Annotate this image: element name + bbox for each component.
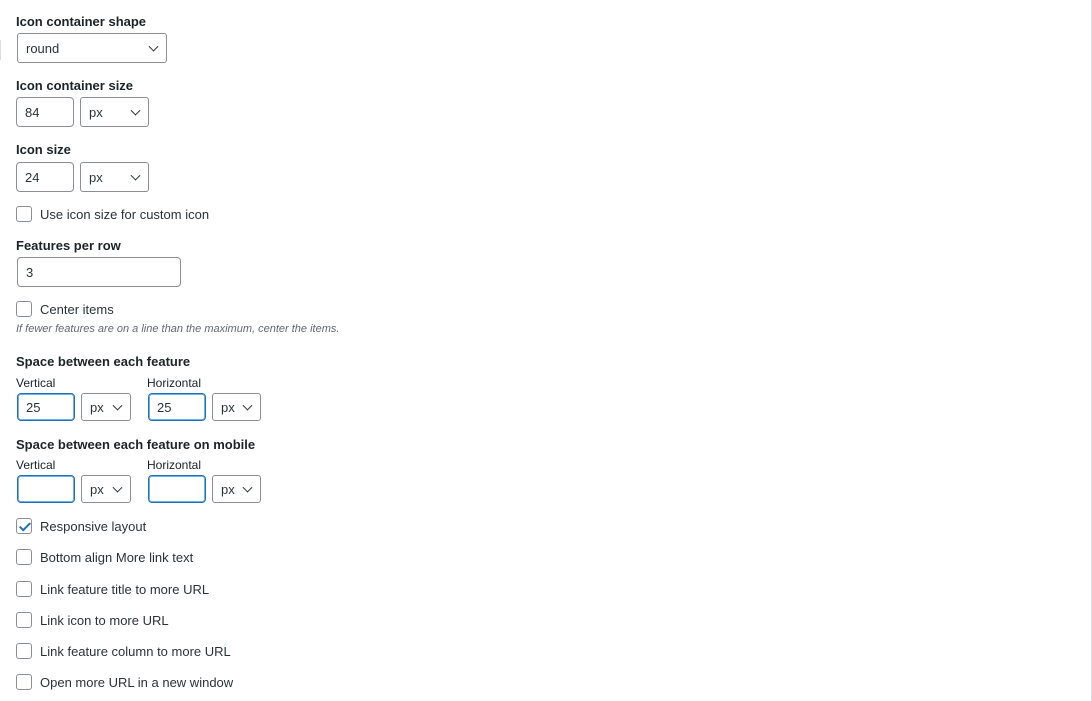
- chevron-down-icon: [242, 400, 253, 411]
- link-feature-title-checkbox[interactable]: [16, 581, 32, 597]
- features-per-row-label: Features per row: [16, 238, 121, 253]
- link-feature-title-row[interactable]: Link feature title to more URL: [16, 581, 209, 597]
- open-new-window-checkbox[interactable]: [16, 674, 32, 690]
- icon-container-size-unit: px: [89, 104, 103, 120]
- icon-container-size-value: 84: [25, 104, 40, 120]
- chevron-down-icon: [112, 482, 123, 493]
- link-icon-checkbox[interactable]: [16, 612, 32, 628]
- icon-container-size-input[interactable]: 84: [16, 97, 74, 127]
- space-between-mobile-horizontal-unit: px: [221, 481, 235, 497]
- responsive-layout-checkbox[interactable]: [16, 518, 32, 534]
- link-feature-column-row[interactable]: Link feature column to more URL: [16, 643, 231, 659]
- space-between-mobile-vertical-unit: px: [90, 481, 104, 497]
- space-between-vertical-unit-select[interactable]: px: [81, 393, 131, 421]
- space-between-mobile-vertical-label: Vertical: [16, 458, 56, 472]
- space-between-horizontal-unit: px: [221, 399, 235, 415]
- bottom-align-more-link-checkbox[interactable]: [16, 549, 32, 565]
- space-between-label: Space between each feature: [16, 354, 191, 369]
- use-icon-size-custom-row[interactable]: Use icon size for custom icon: [16, 206, 209, 222]
- icon-size-unit: px: [89, 169, 103, 185]
- responsive-layout-label: Responsive layout: [40, 518, 147, 534]
- features-per-row-input[interactable]: 3: [17, 257, 181, 287]
- use-icon-size-custom-checkbox[interactable]: [16, 206, 32, 222]
- space-between-horizontal-unit-select[interactable]: px: [212, 393, 261, 421]
- link-feature-column-checkbox[interactable]: [16, 643, 32, 659]
- bottom-align-more-link-label: Bottom align More link text: [40, 549, 194, 565]
- center-items-checkbox[interactable]: [16, 301, 32, 317]
- chevron-down-icon: [148, 41, 159, 52]
- space-between-vertical-value: 25: [26, 399, 41, 415]
- space-between-mobile-label: Space between each feature on mobile: [16, 437, 256, 452]
- space-between-vertical-unit: px: [90, 399, 104, 415]
- open-new-window-label: Open more URL in a new window: [40, 674, 234, 690]
- responsive-layout-row[interactable]: Responsive layout: [16, 518, 146, 534]
- open-new-window-row[interactable]: Open more URL in a new window: [16, 674, 233, 690]
- center-items-label: Center items: [40, 301, 114, 317]
- space-between-mobile-vertical-input[interactable]: [17, 475, 75, 503]
- link-feature-column-label: Link feature column to more URL: [40, 643, 231, 659]
- icon-container-shape-select[interactable]: round: [17, 33, 167, 63]
- center-items-description: If fewer features are on a line than the…: [16, 323, 340, 335]
- chevron-down-icon: [112, 400, 123, 411]
- space-between-horizontal-label: Horizontal: [147, 376, 202, 390]
- icon-container-size-unit-select[interactable]: px: [80, 97, 149, 127]
- panel-left-border: [0, 40, 1, 60]
- link-icon-label: Link icon to more URL: [40, 612, 169, 628]
- space-between-mobile-vertical-unit-select[interactable]: px: [81, 475, 131, 503]
- space-between-horizontal-input[interactable]: 25: [148, 393, 206, 421]
- space-between-horizontal-value: 25: [157, 399, 172, 415]
- space-between-vertical-label: Vertical: [16, 376, 56, 390]
- icon-size-input[interactable]: 24: [16, 162, 74, 192]
- space-between-mobile-horizontal-input[interactable]: [148, 475, 206, 503]
- center-items-row[interactable]: Center items: [16, 301, 114, 317]
- icon-container-shape-value: round: [26, 40, 60, 56]
- link-icon-row[interactable]: Link icon to more URL: [16, 612, 169, 628]
- chevron-down-icon: [130, 170, 141, 181]
- icon-size-value: 24: [25, 169, 40, 185]
- space-between-vertical-input[interactable]: 25: [17, 393, 75, 421]
- features-per-row-value: 3: [26, 264, 34, 280]
- space-between-mobile-horizontal-label: Horizontal: [147, 458, 202, 472]
- chevron-down-icon: [130, 105, 141, 116]
- link-feature-title-label: Link feature title to more URL: [40, 581, 210, 597]
- bottom-align-more-link-row[interactable]: Bottom align More link text: [16, 549, 193, 565]
- icon-size-unit-select[interactable]: px: [80, 162, 149, 192]
- icon-size-label: Icon size: [16, 142, 71, 157]
- icon-container-size-label: Icon container size: [16, 78, 134, 93]
- chevron-down-icon: [242, 482, 253, 493]
- space-between-mobile-horizontal-unit-select[interactable]: px: [212, 475, 261, 503]
- use-icon-size-custom-label: Use icon size for custom icon: [40, 206, 210, 222]
- icon-container-shape-label: Icon container shape: [16, 14, 147, 29]
